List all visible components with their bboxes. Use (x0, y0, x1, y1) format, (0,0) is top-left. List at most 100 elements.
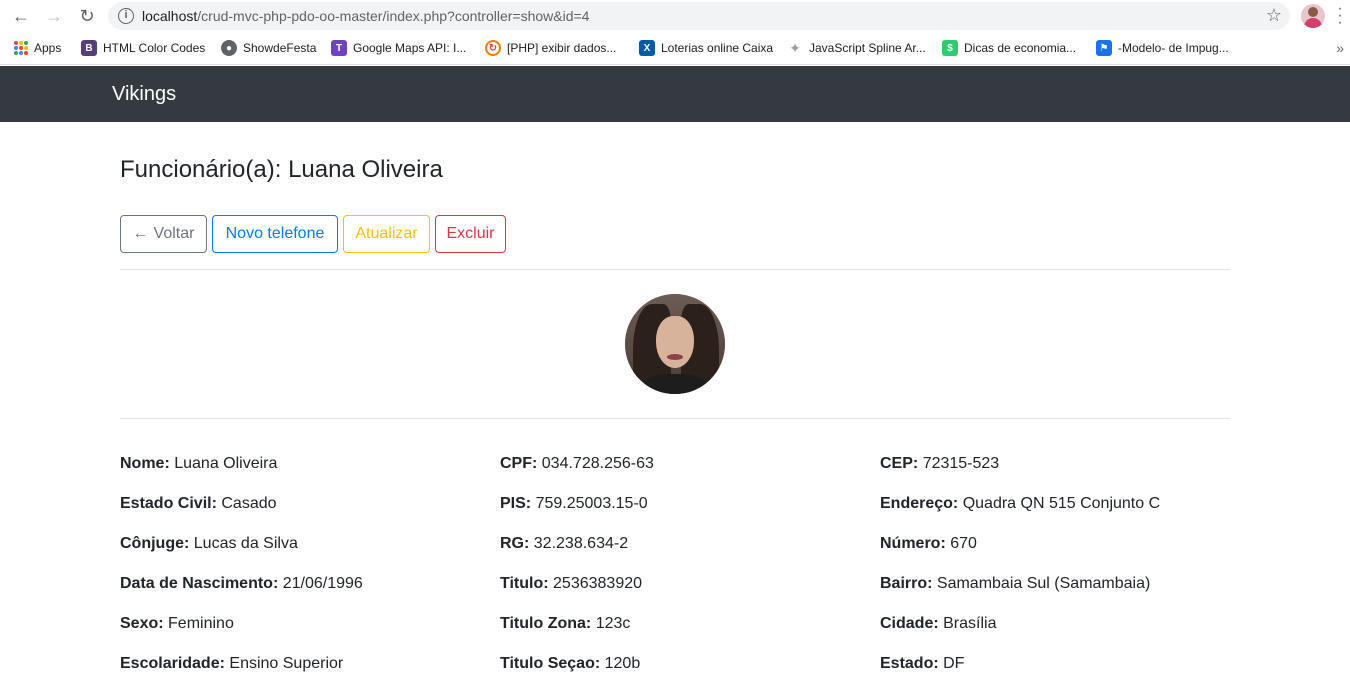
field-label: RG: (500, 535, 530, 552)
bookmark-star-icon[interactable]: ☆ (1266, 5, 1282, 26)
field-cpf: CPF: 034.728.256-63 (500, 454, 654, 474)
flag-icon: ⚑ (1096, 40, 1112, 56)
apps-grid-icon (14, 41, 28, 55)
field-label: Estado Civil: (120, 495, 217, 512)
field-label: Sexo: (120, 615, 164, 632)
field-value: 759.25003.15-0 (535, 495, 648, 512)
page-title: Funcionário(a): Luana Oliveira (120, 156, 443, 183)
bookmarks-bar: Apps B HTML Color Codes ● ShowdeFesta T … (0, 32, 1350, 65)
field-label: Data de Nascimento: (120, 575, 279, 592)
back-button[interactable]: ← Voltar (120, 215, 207, 253)
navbar: Vikings (0, 66, 1350, 122)
bookmark-google-maps-api[interactable]: T Google Maps API: I... (331, 38, 466, 58)
bookmark-loterias-caixa[interactable]: X Loterias online Caixa (639, 38, 773, 58)
field-nome: Nome: Luana Oliveira (120, 454, 277, 474)
field-estado: Estado: DF (880, 654, 964, 674)
field-value: DF (943, 655, 965, 672)
bookmark-html-color-codes[interactable]: B HTML Color Codes (81, 38, 205, 58)
url-text[interactable]: localhost/crud-mvc-php-pdo-oo-master/ind… (142, 8, 589, 24)
field-cidade: Cidade: Brasília (880, 614, 996, 634)
field-value: 2536383920 (553, 575, 643, 592)
caixa-x-icon: X (639, 40, 655, 56)
field-label: Cônjuge: (120, 535, 190, 552)
forward-arrow-icon[interactable]: → (42, 4, 66, 28)
field-value: Casado (221, 495, 277, 512)
back-arrow-icon[interactable]: ← (9, 4, 33, 28)
dollar-icon: $ (942, 40, 958, 56)
field-label: Titulo Zona: (500, 615, 592, 632)
field-value: 034.728.256-63 (541, 455, 654, 472)
delete-button[interactable]: Excluir (435, 215, 506, 253)
field-value: Ensino Superior (229, 655, 344, 672)
field-label: CPF: (500, 455, 538, 472)
field-value: Luana Oliveira (174, 455, 278, 472)
field-label: Endereço: (880, 495, 959, 512)
profile-avatar[interactable] (1301, 4, 1325, 28)
field-titulo-secao: Titulo Seçao: 120b (500, 654, 640, 674)
bookmark-modelo-impug[interactable]: ⚑ -Modelo- de Impug... (1096, 38, 1229, 58)
chevron-more-icon[interactable]: » (1336, 40, 1344, 56)
bookmark-php-exibir[interactable]: ↻ [PHP] exibir dados... (485, 38, 616, 58)
info-icon[interactable]: i (118, 8, 134, 24)
field-titulo: Titulo: 2536383920 (500, 574, 642, 594)
field-label: Titulo: (500, 575, 549, 592)
field-label: Estado: (880, 655, 939, 672)
field-value: 72315-523 (922, 455, 1000, 472)
field-value: Lucas da Silva (193, 535, 298, 552)
field-pis: PIS: 759.25003.15-0 (500, 494, 648, 514)
bookmark-label: ShowdeFesta (243, 41, 317, 55)
field-estado-civil: Estado Civil: Casado (120, 494, 277, 514)
bookmark-label: HTML Color Codes (103, 41, 206, 55)
field-label: CEP: (880, 455, 919, 472)
url-path: /crud-mvc-php-pdo-oo-master/index.php?co… (197, 8, 590, 24)
swirl-icon: ↻ (485, 40, 501, 56)
divider (120, 269, 1230, 270)
bookmark-label: Loterias online Caixa (661, 41, 774, 55)
browser-toolbar: ← → ↻ i localhost/crud-mvc-php-pdo-oo-ma… (0, 0, 1350, 32)
field-label: PIS: (500, 495, 532, 512)
address-bar[interactable]: i localhost/crud-mvc-php-pdo-oo-master/i… (108, 2, 1290, 30)
field-label: Nome: (120, 455, 170, 472)
bookmark-showdefesta[interactable]: ● ShowdeFesta (221, 38, 316, 58)
field-label: Titulo Seçao: (500, 655, 601, 672)
divider (120, 418, 1230, 419)
new-phone-button[interactable]: Novo telefone (212, 215, 338, 253)
bookmark-label: Dicas de economia... (964, 41, 1077, 55)
bookmark-label: -Modelo- de Impug... (1118, 41, 1229, 55)
field-label: Cidade: (880, 615, 939, 632)
bookmark-dicas-economia[interactable]: $ Dicas de economia... (942, 38, 1076, 58)
field-label: Número: (880, 535, 946, 552)
bookmark-label: JavaScript Spline Ar... (809, 41, 926, 55)
update-button[interactable]: Atualizar (343, 215, 430, 253)
field-value: 32.238.634-2 (533, 535, 629, 552)
bookmark-label: [PHP] exibir dados... (507, 41, 617, 55)
bookmark-javascript-spline[interactable]: ✦ JavaScript Spline Ar... (787, 38, 926, 58)
url-host: localhost (142, 8, 198, 24)
kebab-menu-icon[interactable]: · · · (1336, 1, 1344, 31)
field-escolaridade: Escolaridade: Ensino Superior (120, 654, 343, 674)
t-icon: T (331, 40, 347, 56)
globe-icon: ● (221, 40, 237, 56)
bookmark-label: Apps (34, 41, 62, 55)
reload-icon[interactable]: ↻ (75, 4, 99, 28)
field-rg: RG: 32.238.634-2 (500, 534, 628, 554)
field-label: Bairro: (880, 575, 933, 592)
field-value: 123c (595, 615, 631, 632)
navbar-brand[interactable]: Vikings (112, 83, 176, 106)
field-value: Feminino (168, 615, 234, 632)
employee-photo (625, 294, 725, 394)
field-data-nascimento: Data de Nascimento: 21/06/1996 (120, 574, 363, 594)
field-value: Brasília (943, 615, 997, 632)
field-value: 120b (604, 655, 641, 672)
bootstrap-b-icon: B (81, 40, 97, 56)
sparkle-icon: ✦ (787, 40, 803, 56)
bookmark-apps[interactable]: Apps (14, 38, 61, 58)
field-value: Quadra QN 515 Conjunto C (962, 495, 1161, 512)
field-bairro: Bairro: Samambaia Sul (Samambaia) (880, 574, 1150, 594)
field-label: Escolaridade: (120, 655, 225, 672)
field-conjuge: Cônjuge: Lucas da Silva (120, 534, 298, 554)
bookmark-label: Google Maps API: I... (353, 41, 467, 55)
field-endereco: Endereço: Quadra QN 515 Conjunto C (880, 494, 1160, 514)
field-sexo: Sexo: Feminino (120, 614, 234, 634)
field-value: 670 (950, 535, 977, 552)
